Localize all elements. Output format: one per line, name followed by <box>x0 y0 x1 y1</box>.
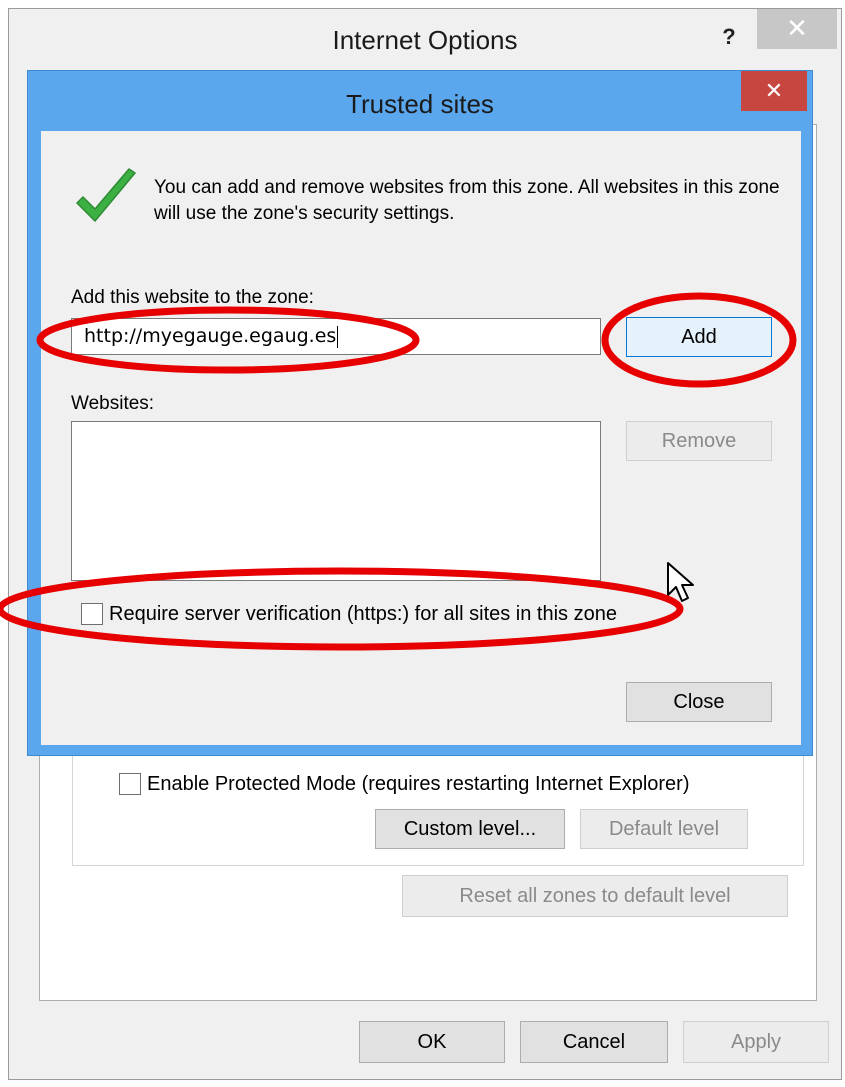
zone-info-text: You can add and remove websites from thi… <box>154 177 780 224</box>
cancel-button[interactable]: Cancel <box>520 1021 668 1063</box>
websites-list[interactable] <box>71 421 601 581</box>
require-verification-option[interactable]: Require server verification (https:) for… <box>81 599 617 629</box>
add-button[interactable]: Add <box>626 317 772 357</box>
close-button[interactable]: Close <box>626 682 772 722</box>
close-icon[interactable]: ✕ <box>741 71 807 111</box>
remove-button[interactable]: Remove <box>626 421 772 461</box>
default-level-button[interactable]: Default level <box>580 809 748 849</box>
help-icon[interactable]: ? <box>709 17 749 57</box>
protected-mode-checkbox[interactable] <box>119 773 141 795</box>
website-input[interactable]: http://myegauge.egaug.es <box>71 318 601 355</box>
website-input-value: http://myegauge.egaug.es <box>84 325 337 347</box>
protected-mode-label: Enable Protected Mode (requires restarti… <box>147 772 690 795</box>
add-website-label: Add this website to the zone: <box>71 287 314 308</box>
websites-label: Websites: <box>71 393 155 414</box>
require-verification-label: Require server verification (https:) for… <box>109 602 617 625</box>
trusted-sites-dialog: Trusted sites ✕ You can add and remove w… <box>27 70 813 756</box>
mouse-cursor-icon <box>667 562 694 602</box>
reset-zones-button[interactable]: Reset all zones to default level <box>402 875 788 917</box>
trusted-sites-title: Trusted sites <box>346 89 494 119</box>
text-caret <box>337 325 339 348</box>
internet-options-titlebar: Internet Options ? ✕ <box>9 9 841 69</box>
require-verification-checkbox[interactable] <box>81 603 103 625</box>
protected-mode-option[interactable]: Enable Protected Mode (requires restarti… <box>119 769 690 799</box>
apply-button[interactable]: Apply <box>683 1021 829 1063</box>
close-icon[interactable]: ✕ <box>757 9 837 49</box>
checkmark-icon <box>76 168 136 222</box>
ok-button[interactable]: OK <box>359 1021 505 1063</box>
trusted-sites-content: You can add and remove websites from thi… <box>41 131 801 745</box>
custom-level-button[interactable]: Custom level... <box>375 809 565 849</box>
